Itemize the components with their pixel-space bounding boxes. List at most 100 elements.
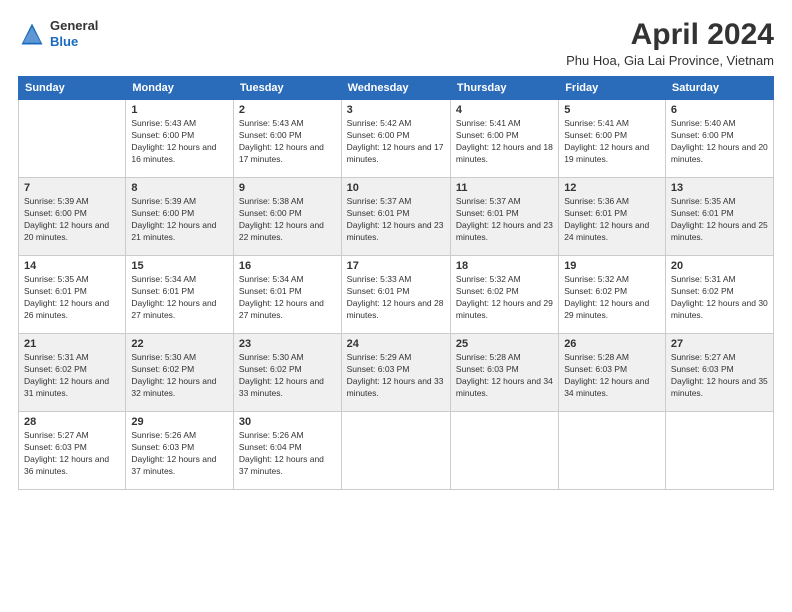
day-number: 10 xyxy=(347,182,445,194)
day-number: 26 xyxy=(564,338,660,350)
day-number: 24 xyxy=(347,338,445,350)
col-wednesday: Wednesday xyxy=(341,77,450,100)
title-block: April 2024 Phu Hoa, Gia Lai Province, Vi… xyxy=(566,18,774,68)
day-number: 14 xyxy=(24,260,120,272)
day-info: Sunrise: 5:38 AM Sunset: 6:00 PM Dayligh… xyxy=(239,196,336,244)
day-number: 2 xyxy=(239,104,336,116)
day-number: 19 xyxy=(564,260,660,272)
day-info: Sunrise: 5:31 AM Sunset: 6:02 PM Dayligh… xyxy=(24,352,120,400)
day-number: 7 xyxy=(24,182,120,194)
day-number: 29 xyxy=(131,416,228,428)
day-number: 17 xyxy=(347,260,445,272)
table-row: 13 Sunrise: 5:35 AM Sunset: 6:01 PM Dayli… xyxy=(665,178,773,256)
month-title: April 2024 xyxy=(566,18,774,51)
day-number: 4 xyxy=(456,104,553,116)
table-row: 15 Sunrise: 5:34 AM Sunset: 6:01 PM Dayli… xyxy=(126,256,234,334)
day-info: Sunrise: 5:32 AM Sunset: 6:02 PM Dayligh… xyxy=(456,274,553,322)
day-number: 18 xyxy=(456,260,553,272)
table-row: 12 Sunrise: 5:36 AM Sunset: 6:01 PM Dayli… xyxy=(559,178,666,256)
calendar-week-row: 7 Sunrise: 5:39 AM Sunset: 6:00 PM Daylig… xyxy=(19,178,774,256)
day-info: Sunrise: 5:30 AM Sunset: 6:02 PM Dayligh… xyxy=(239,352,336,400)
col-thursday: Thursday xyxy=(450,77,558,100)
day-info: Sunrise: 5:41 AM Sunset: 6:00 PM Dayligh… xyxy=(564,118,660,166)
day-info: Sunrise: 5:30 AM Sunset: 6:02 PM Dayligh… xyxy=(131,352,228,400)
table-row xyxy=(450,412,558,490)
day-info: Sunrise: 5:32 AM Sunset: 6:02 PM Dayligh… xyxy=(564,274,660,322)
table-row: 24Sunrise: 5:29 AM Sunset: 6:03 PM Dayli… xyxy=(341,334,450,412)
table-row: 8 Sunrise: 5:39 AM Sunset: 6:00 PM Daylig… xyxy=(126,178,234,256)
day-info: Sunrise: 5:26 AM Sunset: 6:03 PM Dayligh… xyxy=(131,430,228,478)
logo-blue: Blue xyxy=(50,34,98,50)
table-row: 28 Sunrise: 5:27 AM Sunset: 6:03 PM Dayli… xyxy=(19,412,126,490)
logo: General Blue xyxy=(18,18,98,49)
table-row: 6Sunrise: 5:40 AM Sunset: 6:00 PM Daylig… xyxy=(665,100,773,178)
day-number: 12 xyxy=(564,182,660,194)
day-info: Sunrise: 5:31 AM Sunset: 6:02 PM Dayligh… xyxy=(671,274,768,322)
day-info: Sunrise: 5:34 AM Sunset: 6:01 PM Dayligh… xyxy=(239,274,336,322)
table-row xyxy=(559,412,666,490)
table-row: 2 Sunrise: 5:43 AM Sunset: 6:00 PM Daylig… xyxy=(233,100,341,178)
day-number: 15 xyxy=(131,260,228,272)
day-info: Sunrise: 5:27 AM Sunset: 6:03 PM Dayligh… xyxy=(671,352,768,400)
day-number: 11 xyxy=(456,182,553,194)
table-row: 4 Sunrise: 5:41 AM Sunset: 6:00 PM Daylig… xyxy=(450,100,558,178)
table-row xyxy=(341,412,450,490)
table-row: 1 Sunrise: 5:43 AM Sunset: 6:00 PM Daylig… xyxy=(126,100,234,178)
calendar-header-row: Sunday Monday Tuesday Wednesday Thursday… xyxy=(19,77,774,100)
table-row: 14 Sunrise: 5:35 AM Sunset: 6:01 PM Dayli… xyxy=(19,256,126,334)
col-sunday: Sunday xyxy=(19,77,126,100)
table-row: 25 Sunrise: 5:28 AM Sunset: 6:03 PM Dayli… xyxy=(450,334,558,412)
day-info: Sunrise: 5:41 AM Sunset: 6:00 PM Dayligh… xyxy=(456,118,553,166)
col-tuesday: Tuesday xyxy=(233,77,341,100)
table-row xyxy=(665,412,773,490)
table-row: 20 Sunrise: 5:31 AM Sunset: 6:02 PM Dayli… xyxy=(665,256,773,334)
calendar-week-row: 21Sunrise: 5:31 AM Sunset: 6:02 PM Dayli… xyxy=(19,334,774,412)
day-number: 5 xyxy=(564,104,660,116)
day-info: Sunrise: 5:36 AM Sunset: 6:01 PM Dayligh… xyxy=(564,196,660,244)
day-number: 13 xyxy=(671,182,768,194)
day-number: 8 xyxy=(131,182,228,194)
table-row: 26Sunrise: 5:28 AM Sunset: 6:03 PM Dayli… xyxy=(559,334,666,412)
logo-text: General Blue xyxy=(50,18,98,49)
day-number: 20 xyxy=(671,260,768,272)
day-number: 6 xyxy=(671,104,768,116)
col-friday: Friday xyxy=(559,77,666,100)
day-info: Sunrise: 5:27 AM Sunset: 6:03 PM Dayligh… xyxy=(24,430,120,478)
day-info: Sunrise: 5:34 AM Sunset: 6:01 PM Dayligh… xyxy=(131,274,228,322)
col-saturday: Saturday xyxy=(665,77,773,100)
logo-icon xyxy=(18,20,46,48)
day-number: 1 xyxy=(131,104,228,116)
table-row: 11 Sunrise: 5:37 AM Sunset: 6:01 PM Dayli… xyxy=(450,178,558,256)
table-row: 22Sunrise: 5:30 AM Sunset: 6:02 PM Dayli… xyxy=(126,334,234,412)
table-row: 29 Sunrise: 5:26 AM Sunset: 6:03 PM Dayli… xyxy=(126,412,234,490)
table-row: 23Sunrise: 5:30 AM Sunset: 6:02 PM Dayli… xyxy=(233,334,341,412)
day-info: Sunrise: 5:35 AM Sunset: 6:01 PM Dayligh… xyxy=(671,196,768,244)
day-number: 25 xyxy=(456,338,553,350)
calendar-table: Sunday Monday Tuesday Wednesday Thursday… xyxy=(18,76,774,490)
day-number: 27 xyxy=(671,338,768,350)
page: General Blue April 2024 Phu Hoa, Gia Lai… xyxy=(0,0,792,612)
table-row: 27 Sunrise: 5:27 AM Sunset: 6:03 PM Dayli… xyxy=(665,334,773,412)
table-row: 5 Sunrise: 5:41 AM Sunset: 6:00 PM Daylig… xyxy=(559,100,666,178)
table-row: 19 Sunrise: 5:32 AM Sunset: 6:02 PM Dayli… xyxy=(559,256,666,334)
table-row: 9 Sunrise: 5:38 AM Sunset: 6:00 PM Daylig… xyxy=(233,178,341,256)
day-info: Sunrise: 5:33 AM Sunset: 6:01 PM Dayligh… xyxy=(347,274,445,322)
day-info: Sunrise: 5:37 AM Sunset: 6:01 PM Dayligh… xyxy=(456,196,553,244)
day-info: Sunrise: 5:39 AM Sunset: 6:00 PM Dayligh… xyxy=(24,196,120,244)
day-info: Sunrise: 5:43 AM Sunset: 6:00 PM Dayligh… xyxy=(239,118,336,166)
calendar-week-row: 14 Sunrise: 5:35 AM Sunset: 6:01 PM Dayli… xyxy=(19,256,774,334)
col-monday: Monday xyxy=(126,77,234,100)
day-number: 9 xyxy=(239,182,336,194)
day-info: Sunrise: 5:26 AM Sunset: 6:04 PM Dayligh… xyxy=(239,430,336,478)
day-info: Sunrise: 5:35 AM Sunset: 6:01 PM Dayligh… xyxy=(24,274,120,322)
day-info: Sunrise: 5:28 AM Sunset: 6:03 PM Dayligh… xyxy=(456,352,553,400)
day-info: Sunrise: 5:39 AM Sunset: 6:00 PM Dayligh… xyxy=(131,196,228,244)
day-number: 28 xyxy=(24,416,120,428)
table-row: 17 Sunrise: 5:33 AM Sunset: 6:01 PM Dayli… xyxy=(341,256,450,334)
table-row xyxy=(19,100,126,178)
calendar-week-row: 1 Sunrise: 5:43 AM Sunset: 6:00 PM Daylig… xyxy=(19,100,774,178)
day-number: 16 xyxy=(239,260,336,272)
day-info: Sunrise: 5:43 AM Sunset: 6:00 PM Dayligh… xyxy=(131,118,228,166)
day-info: Sunrise: 5:42 AM Sunset: 6:00 PM Dayligh… xyxy=(347,118,445,166)
table-row: 18 Sunrise: 5:32 AM Sunset: 6:02 PM Dayli… xyxy=(450,256,558,334)
